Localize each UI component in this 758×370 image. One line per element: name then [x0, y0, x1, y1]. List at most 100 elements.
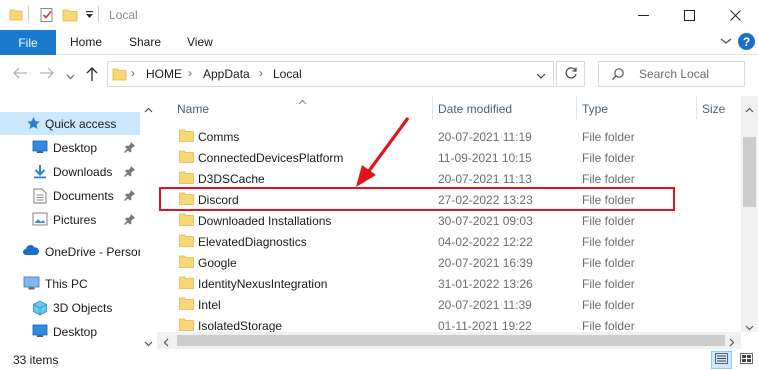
vertical-scroll-thumb[interactable]	[743, 137, 756, 207]
sidebar-item-label: Desktop	[53, 325, 98, 339]
recent-locations-icon[interactable]	[66, 69, 75, 83]
sidebar-item-label: 3D Objects	[53, 301, 113, 315]
scroll-left-icon[interactable]	[163, 336, 169, 350]
pin-icon[interactable]	[124, 141, 136, 156]
sidebar-item-this-pc[interactable]: This PC	[0, 272, 140, 295]
tab-view[interactable]: View	[187, 35, 213, 49]
column-divider[interactable]	[696, 96, 697, 120]
sidebar-item-label: Documents	[53, 189, 114, 203]
breadcrumb-separator: ›	[259, 66, 263, 80]
help-button[interactable]: ?	[738, 33, 755, 50]
onedrive-icon	[22, 244, 40, 260]
folder-icon	[179, 171, 194, 187]
up-arrow-icon[interactable]	[85, 66, 99, 85]
sidebar-item-label: Downloads	[53, 165, 113, 179]
navigation-pane: Quick access Desktop Downloads Documents	[0, 96, 157, 346]
column-headers: Name Date modified Type Size	[157, 96, 741, 120]
navigation-bar: › HOME › AppData › Local Search Local	[0, 55, 758, 93]
pictures-icon	[32, 212, 48, 229]
file-date: 01-11-2021 19:22	[438, 319, 532, 332]
divider	[28, 6, 29, 22]
horizontal-scroll-thumb[interactable]	[177, 335, 725, 346]
folder-icon	[179, 129, 194, 145]
scroll-up-icon[interactable]	[745, 102, 754, 116]
table-row[interactable]: IdentityNexusIntegration 31-01-2022 13:2…	[157, 273, 741, 294]
back-arrow-icon[interactable]	[12, 66, 28, 83]
scroll-right-icon[interactable]	[729, 336, 735, 350]
table-row[interactable]: Comms 20-07-2021 11:19 File folder	[157, 126, 741, 147]
pin-icon[interactable]	[124, 165, 136, 180]
folder-icon	[179, 255, 194, 271]
column-header-type[interactable]: Type	[582, 102, 608, 116]
sidebar-item-desktop-pc[interactable]: Desktop	[0, 320, 140, 343]
sidebar-item-pictures[interactable]: Pictures	[0, 208, 140, 231]
table-row[interactable]: ConnectedDevicesPlatform 11-09-2021 10:1…	[157, 147, 741, 168]
star-icon	[26, 116, 41, 134]
sidebar-item-desktop[interactable]: Desktop	[0, 136, 140, 159]
breadcrumb-local[interactable]: Local	[273, 67, 302, 81]
address-bar[interactable]: › HOME › AppData › Local	[107, 61, 554, 87]
refresh-button[interactable]	[556, 61, 585, 87]
table-row[interactable]: Google 20-07-2021 16:39 File folder	[157, 252, 741, 273]
folder-icon	[179, 213, 194, 229]
sidebar-item-3d-objects[interactable]: 3D Objects	[0, 296, 140, 319]
breadcrumb-home[interactable]: HOME	[146, 67, 182, 81]
folder-icon	[179, 297, 194, 313]
minimize-button[interactable]	[620, 0, 666, 30]
highlight-annotation	[159, 187, 675, 211]
details-view-icon	[715, 353, 728, 367]
sidebar-item-onedrive[interactable]: OneDrive - Persor	[0, 240, 142, 263]
new-folder-icon[interactable]	[62, 7, 78, 25]
chevron-down-icon[interactable]	[720, 35, 732, 49]
table-row[interactable]: IsolatedStorage 01-11-2021 19:22 File fo…	[157, 315, 741, 332]
customize-toolbar-icon[interactable]	[85, 9, 94, 23]
file-date: 20-07-2021 11:19	[438, 130, 532, 144]
close-button[interactable]	[712, 0, 758, 30]
pin-icon[interactable]	[124, 213, 136, 228]
file-name: ElevatedDiagnostics	[198, 235, 307, 249]
sidebar-item-label: Pictures	[53, 213, 97, 227]
sidebar-item-label: Quick access	[45, 117, 117, 131]
divider	[98, 6, 99, 22]
forward-arrow-icon[interactable]	[39, 66, 55, 83]
column-divider[interactable]	[432, 96, 433, 120]
vertical-scrollbar[interactable]	[741, 96, 758, 332]
file-date: 20-07-2021 16:39	[438, 256, 533, 270]
sidebar-item-quick-access[interactable]: Quick access	[0, 112, 140, 135]
file-tab[interactable]: File	[0, 30, 56, 55]
table-row[interactable]: Downloaded Installations 30-07-2021 09:0…	[157, 210, 741, 231]
file-type: File folder	[582, 130, 635, 144]
chevron-down-icon[interactable]	[536, 69, 546, 83]
file-date: 20-07-2021 11:13	[438, 172, 532, 186]
breadcrumb-separator: ›	[188, 66, 192, 80]
column-header-name[interactable]: Name	[177, 102, 209, 116]
file-name: Downloaded Installations	[198, 214, 332, 228]
navigation-scrollbar[interactable]	[140, 96, 157, 347]
details-view-button[interactable]	[711, 351, 732, 369]
sidebar-item-downloads[interactable]: Downloads	[0, 160, 140, 183]
desktop-icon	[32, 140, 48, 157]
folder-icon	[179, 276, 194, 292]
file-name: IsolatedStorage	[198, 319, 283, 332]
column-divider[interactable]	[576, 96, 577, 120]
pin-icon[interactable]	[124, 189, 136, 204]
large-icons-view-button[interactable]	[736, 351, 756, 369]
file-type: File folder	[582, 151, 635, 165]
file-name: Intel	[198, 298, 221, 312]
table-row[interactable]: D3DSCache 20-07-2021 11:13 File folder	[157, 168, 741, 189]
scroll-down-icon[interactable]	[144, 336, 153, 350]
column-header-size[interactable]: Size	[702, 102, 725, 116]
tab-share[interactable]: Share	[129, 35, 161, 49]
scroll-down-icon[interactable]	[745, 320, 754, 334]
table-row[interactable]: Intel 20-07-2021 11:39 File folder	[157, 294, 741, 315]
table-row[interactable]: ElevatedDiagnostics 04-02-2022 12:22 Fil…	[157, 231, 741, 252]
breadcrumb-appdata[interactable]: AppData	[203, 67, 250, 81]
breadcrumb-separator: ›	[131, 66, 135, 80]
sidebar-item-documents[interactable]: Documents	[0, 184, 140, 207]
properties-icon[interactable]	[39, 7, 55, 26]
tab-home[interactable]: Home	[70, 35, 102, 49]
search-input[interactable]: Search Local	[598, 61, 745, 87]
maximize-button[interactable]	[666, 0, 712, 30]
scroll-up-icon[interactable]	[144, 102, 153, 116]
column-header-date[interactable]: Date modified	[438, 102, 512, 116]
